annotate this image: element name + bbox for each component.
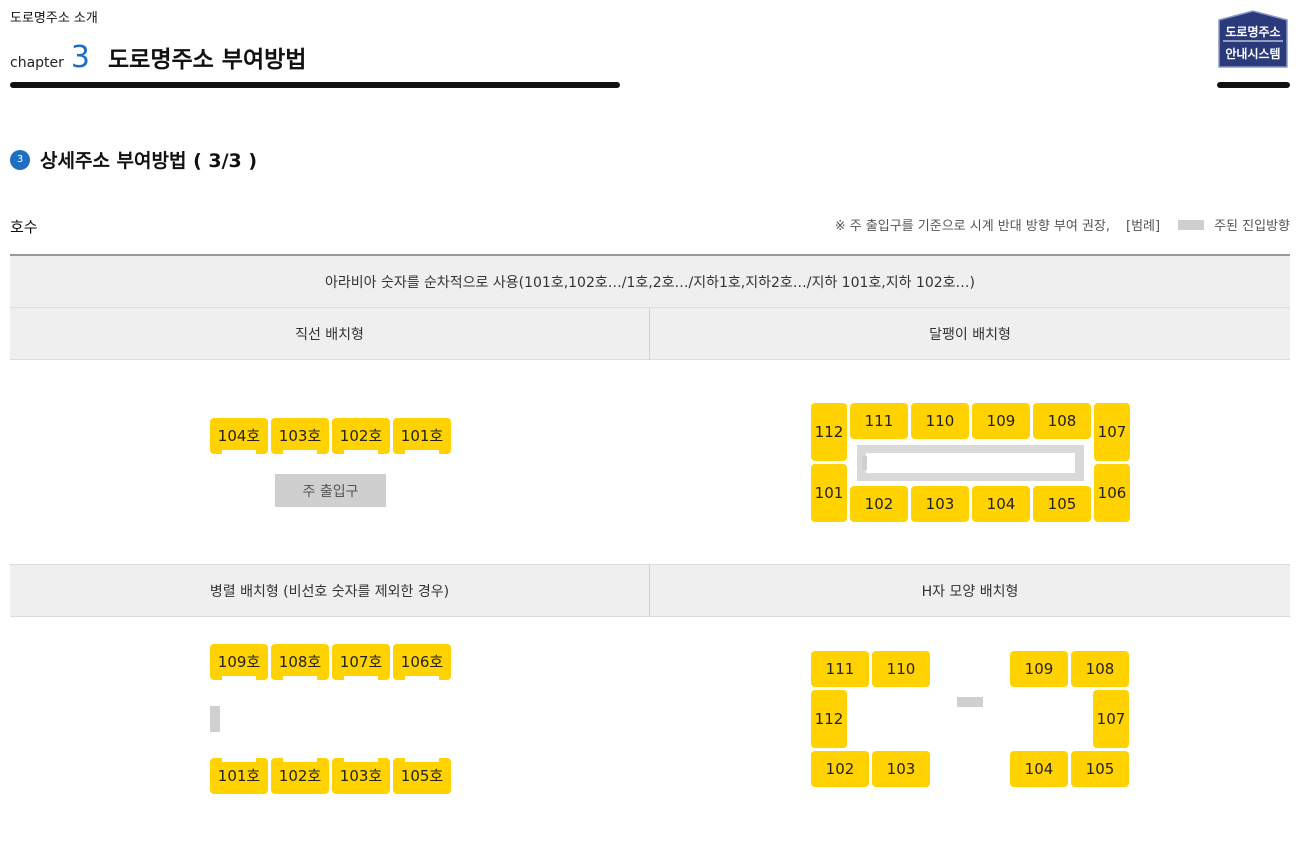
door-notch [405, 450, 439, 454]
door-notch [283, 758, 317, 762]
room-box: 105 [1071, 751, 1129, 787]
door-notch [344, 676, 378, 680]
straight-type-title: 직선 배치형 [10, 308, 649, 360]
room-box: 101 [811, 464, 847, 522]
room-box: 101호 [210, 758, 268, 794]
room-box: 107호 [332, 644, 390, 680]
main-entrance: 주 출입구 [275, 474, 386, 507]
logo-line2: 안내시스템 [1225, 46, 1280, 61]
door-notch [222, 676, 256, 680]
door-notch [222, 758, 256, 762]
corridor-inner [866, 453, 1075, 473]
room-box: 104 [972, 486, 1030, 522]
parallel-type-title: 병렬 배치형 (비선호 숫자를 제외한 경우) [10, 564, 649, 617]
door-notch [283, 676, 317, 680]
room-box: 102 [811, 751, 869, 787]
chapter-title: 도로명주소 부여방법 [108, 47, 307, 73]
table-header-row: 아라비아 숫자를 순차적으로 사용(101호,102호…/1호,2호…/지하1호… [10, 256, 1290, 308]
chapter-number: 3 [70, 40, 90, 75]
note-line: ※ 주 출입구를 기준으로 시계 반대 방향 부여 권장, [범례] 주된 진입… [835, 215, 1290, 234]
legend-item: 주된 진입방향 [1214, 219, 1290, 234]
room-box: 102호 [271, 758, 329, 794]
room-box: 108 [1071, 651, 1129, 687]
entry-marker [957, 697, 983, 707]
door-notch [283, 450, 317, 454]
door-notch [405, 758, 439, 762]
room-box: 103호 [271, 418, 329, 454]
room-box: 105 [1033, 486, 1091, 522]
door-notch [344, 758, 378, 762]
chapter-heading: chapter 3 도로명주소 부여방법 [10, 40, 306, 76]
super-title: 도로명주소 소개 [10, 11, 98, 26]
room-box: 112 [811, 403, 847, 461]
room-box: 109 [1010, 651, 1068, 687]
room-box: 109호 [210, 644, 268, 680]
room-box: 105호 [393, 758, 451, 794]
system-logo[interactable]: 도로명주소 안내시스템 [1217, 10, 1289, 68]
section-heading: 3 상세주소 부여방법 ( 3/3 ) [10, 146, 257, 173]
room-box: 111 [850, 403, 908, 439]
room-box: 106 [1094, 464, 1130, 522]
room-box: 107 [1094, 403, 1130, 461]
room-box: 102호 [332, 418, 390, 454]
legend-swatch [1178, 219, 1205, 230]
note-text: ※ 주 출입구를 기준으로 시계 반대 방향 부여 권장, [834, 219, 1111, 234]
room-box: 108호 [271, 644, 329, 680]
snail-type-title: 달팽이 배치형 [650, 308, 1290, 360]
door-notch [344, 450, 378, 454]
room-box: 103호 [332, 758, 390, 794]
room-box: 109 [972, 403, 1030, 439]
logo-badge-icon: 도로명주소 안내시스템 [1218, 10, 1288, 68]
room-box: 101호 [393, 418, 451, 454]
room-box: 107 [1093, 690, 1129, 748]
room-box: 104호 [210, 418, 268, 454]
entry-marker [862, 456, 867, 470]
room-box: 103 [872, 751, 930, 787]
room-box: 104 [1010, 751, 1068, 787]
hshape-type-title: H자 모양 배치형 [650, 564, 1290, 617]
room-box: 112 [811, 690, 847, 748]
section-title: 상세주소 부여방법 ( 3/3 ) [40, 150, 258, 172]
room-box: 110 [911, 403, 969, 439]
room-box: 102 [850, 486, 908, 522]
logo-underline [1217, 82, 1290, 88]
logo-line1: 도로명주소 [1225, 25, 1280, 39]
room-box: 103 [911, 486, 969, 522]
title-underline [10, 82, 620, 88]
legend-label: [범례] [1126, 219, 1161, 234]
section-number-badge: 3 [10, 149, 30, 170]
room-box: 108 [1033, 403, 1091, 439]
hosu-label: 호수 [10, 218, 38, 236]
door-notch [222, 450, 256, 454]
chapter-label: chapter [10, 55, 64, 71]
room-box: 111 [811, 651, 869, 687]
room-box: 106호 [393, 644, 451, 680]
entry-marker [210, 706, 220, 732]
door-notch [405, 676, 439, 680]
room-box: 110 [872, 651, 930, 687]
